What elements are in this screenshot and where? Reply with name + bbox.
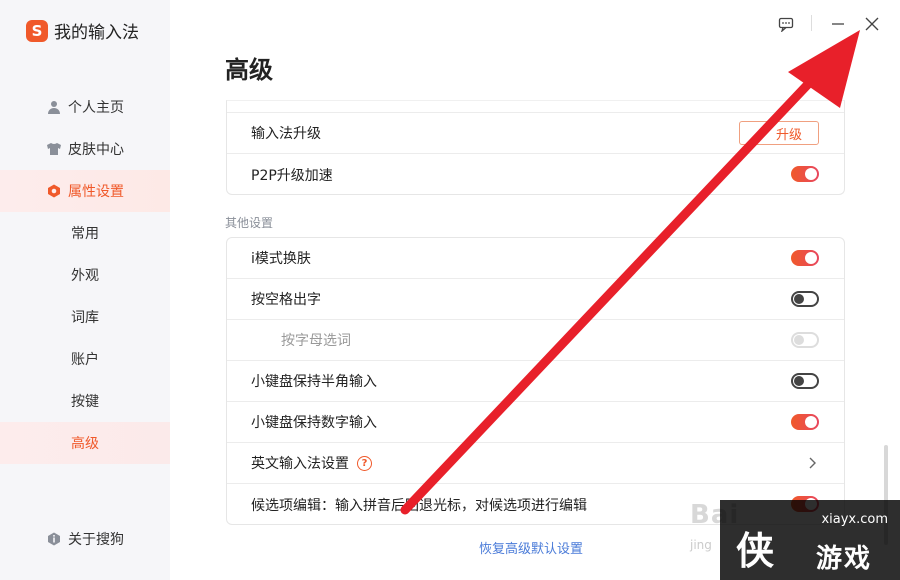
help-icon[interactable]: ?: [357, 455, 372, 471]
setting-row-english-ime[interactable]: 英文输入法设置 ?: [227, 443, 844, 484]
hexagon-gear-icon: [46, 183, 62, 199]
setting-label: 输入法升级: [251, 126, 321, 142]
setting-row-space-commit: 按空格出字: [227, 279, 844, 320]
site-brand: 游戏: [816, 544, 873, 574]
sogou-logo-icon: S: [26, 19, 48, 42]
site-logo: 侠: [736, 529, 775, 573]
numpad-digits-toggle[interactable]: [791, 414, 819, 430]
site-watermark: xiayx.com 侠 游戏: [720, 500, 900, 580]
setting-row-p2p: P2P升级加速: [227, 154, 844, 195]
user-icon: [46, 99, 62, 115]
sidebar-item-profile[interactable]: 个人主页: [0, 86, 170, 128]
toggle-knob: [805, 252, 817, 264]
toggle-knob: [794, 376, 804, 386]
setting-label: 按字母选词: [281, 333, 351, 349]
sidebar-subitem-common[interactable]: 常用: [0, 212, 170, 254]
sidebar-item-label: 个人主页: [68, 100, 124, 116]
i-mode-skin-toggle[interactable]: [791, 250, 819, 266]
feedback-button[interactable]: [776, 14, 796, 34]
setting-row-numpad-digits: 小键盘保持数字输入: [227, 402, 844, 443]
p2p-toggle[interactable]: [791, 166, 819, 182]
jingyan-watermark: jing: [690, 538, 712, 552]
card-top-clip: [227, 101, 844, 113]
sidebar-item-label: 皮肤中心: [68, 142, 124, 158]
setting-row-letter-select: 按字母选词: [227, 320, 844, 361]
sidebar-item-label: 关于搜狗: [68, 532, 124, 548]
setting-label: 英文输入法设置: [251, 456, 349, 472]
numpad-halfwidth-toggle[interactable]: [791, 373, 819, 389]
setting-label: 小键盘保持数字输入: [251, 415, 377, 431]
section-label-other: 其他设置: [225, 216, 274, 230]
info-icon: [46, 531, 62, 547]
toggle-knob: [794, 335, 804, 345]
minimize-button[interactable]: [828, 14, 848, 34]
feedback-icon: [778, 17, 794, 32]
sidebar-subitem-dictionary[interactable]: 词库: [0, 296, 170, 338]
sidebar-subitem-account[interactable]: 账户: [0, 338, 170, 380]
sidebar-subitem-appearance[interactable]: 外观: [0, 254, 170, 296]
sidebar-item-about[interactable]: 关于搜狗: [0, 518, 170, 560]
close-button[interactable]: [862, 14, 882, 34]
app-brand: S 我的输入法: [26, 18, 139, 43]
shirt-icon: [46, 141, 62, 157]
setting-row-ime-upgrade: 输入法升级 升级: [227, 113, 844, 154]
sidebar-item-settings[interactable]: 属性设置: [0, 170, 170, 212]
restore-defaults-link[interactable]: 恢复高级默认设置: [479, 538, 583, 557]
setting-row-i-mode-skin: i模式换肤: [227, 238, 844, 279]
toggle-knob: [794, 294, 804, 304]
space-commit-toggle[interactable]: [791, 291, 819, 307]
setting-label: i模式换肤: [251, 251, 311, 267]
setting-label: P2P升级加速: [251, 167, 333, 184]
setting-label: 候选项编辑：输入拼音后回退光标，对候选项进行编辑: [251, 497, 587, 514]
other-settings-card: i模式换肤 按空格出字 按字母选词 小键盘保持半角输入 小键盘保持数字输入 英文…: [226, 237, 845, 525]
setting-label: 按空格出字: [251, 292, 321, 308]
update-settings-card: 输入法升级 升级 P2P升级加速: [226, 100, 845, 195]
sidebar-item-skin[interactable]: 皮肤中心: [0, 128, 170, 170]
sidebar-subitem-advanced[interactable]: 高级: [0, 422, 170, 464]
letter-select-toggle: [791, 332, 819, 348]
minimize-icon: [832, 23, 844, 25]
setting-row-numpad-halfwidth: 小键盘保持半角输入: [227, 361, 844, 402]
sidebar: S 我的输入法 个人主页 皮肤中心 属性设置 常用 外观 词库 账户 按键 高级…: [0, 0, 170, 580]
sidebar-subitem-keys[interactable]: 按键: [0, 380, 170, 422]
toggle-knob: [805, 168, 817, 180]
titlebar-divider: [811, 15, 812, 31]
site-url: xiayx.com: [821, 512, 888, 527]
toggle-knob: [805, 416, 817, 428]
app-title: 我的输入法: [54, 23, 139, 43]
close-icon: [865, 17, 879, 31]
upgrade-button[interactable]: 升级: [739, 121, 819, 145]
chevron-right-icon[interactable]: [805, 456, 819, 470]
page-title: 高级: [225, 56, 273, 84]
sidebar-item-label: 属性设置: [68, 184, 124, 200]
setting-label: 小键盘保持半角输入: [251, 374, 377, 390]
